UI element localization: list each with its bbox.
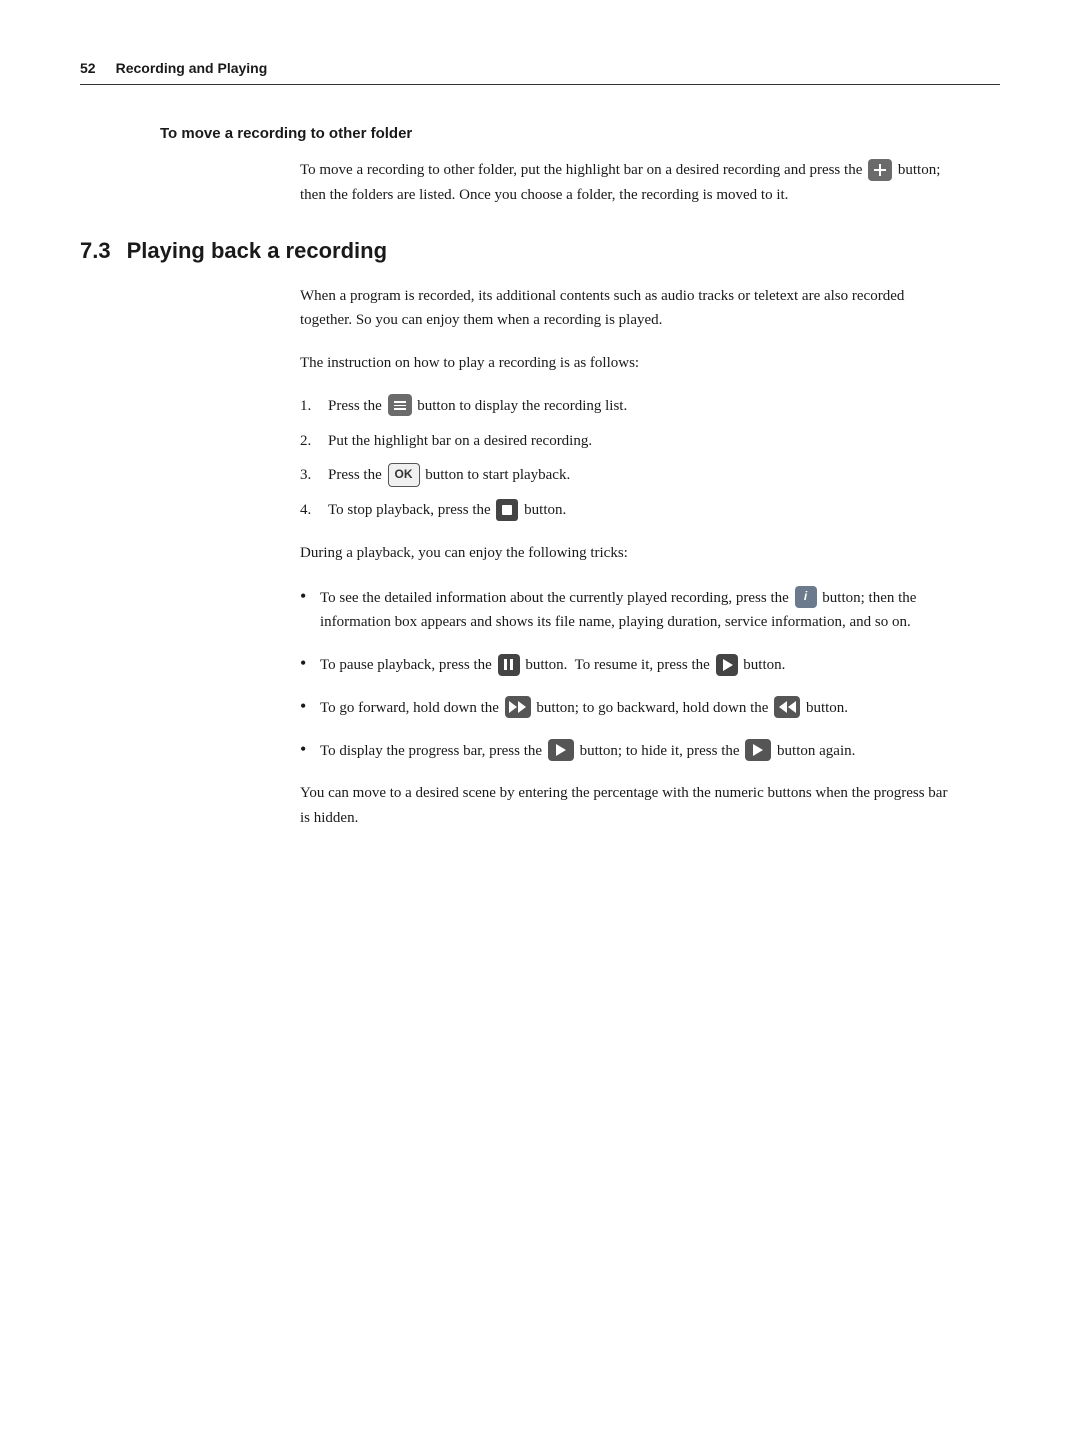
ok-button-icon: OK: [388, 463, 420, 487]
bullet-4: •: [300, 737, 320, 762]
step-1-text: Press the button to display the recordin…: [328, 394, 627, 419]
nav-right2-button-icon: [745, 739, 771, 761]
move-section-heading: To move a recording to other folder: [160, 125, 1000, 142]
page-number: 52: [80, 60, 96, 76]
menu-button-icon: [388, 394, 412, 416]
info-button-icon: i: [795, 586, 817, 608]
nav-right-button-icon: [548, 739, 574, 761]
trick-2: • To pause playback, press the button. T…: [300, 651, 960, 678]
step-4-text: To stop playback, press the button.: [328, 498, 566, 523]
step-2: 2. Put the highlight bar on a desired re…: [300, 429, 960, 454]
bullet-2: •: [300, 651, 320, 676]
page: 52 Recording and Playing To move a recor…: [0, 0, 1080, 1439]
bullet-1: •: [300, 584, 320, 609]
trick-3-text: To go forward, hold down the button; to …: [320, 696, 960, 721]
step-2-text: Put the highlight bar on a desired recor…: [328, 429, 592, 454]
section-heading: 7.3 Playing back a recording: [80, 238, 387, 263]
step-1-num: 1.: [300, 394, 328, 419]
trick-4-text: To display the progress bar, press the b…: [320, 739, 960, 764]
trick-1: • To see the detailed information about …: [300, 584, 960, 636]
trick-3: • To go forward, hold down the button; t…: [300, 694, 960, 721]
section-number: 7.3: [80, 238, 111, 263]
step-4-num: 4.: [300, 498, 328, 523]
intro-para-1: When a program is recorded, its addition…: [300, 284, 960, 334]
section-7-3-heading-container: 7.3 Playing back a recording: [80, 238, 1000, 264]
rew-button-icon: [774, 696, 800, 718]
step-2-num: 2.: [300, 429, 328, 454]
during-playback-intro: During a playback, you can enjoy the fol…: [300, 541, 960, 566]
move-section-body: To move a recording to other folder, put…: [300, 158, 960, 208]
step-1: 1. Press the button to display the recor…: [300, 394, 960, 419]
play-button-icon: [716, 654, 738, 676]
steps-list: 1. Press the button to display the recor…: [300, 394, 960, 523]
trick-2-text: To pause playback, press the button. To …: [320, 653, 960, 678]
tricks-list: • To see the detailed information about …: [300, 584, 960, 764]
section-title: Playing back a recording: [127, 238, 387, 263]
step-4: 4. To stop playback, press the button.: [300, 498, 960, 523]
trick-1-text: To see the detailed information about th…: [320, 586, 960, 636]
ffwd-button-icon: [505, 696, 531, 718]
page-header: 52 Recording and Playing: [80, 60, 1000, 85]
step-3: 3. Press the OK button to start playback…: [300, 463, 960, 488]
bullet-3: •: [300, 694, 320, 719]
step-3-text: Press the OK button to start playback.: [328, 463, 570, 488]
move-button-icon: [868, 159, 892, 181]
step-3-num: 3.: [300, 463, 328, 488]
closing-text: You can move to a desired scene by enter…: [300, 781, 960, 831]
pause-button-icon: [498, 654, 520, 676]
intro-para-2: The instruction on how to play a recordi…: [300, 351, 960, 376]
trick-4: • To display the progress bar, press the…: [300, 737, 960, 764]
stop-button-icon: [496, 499, 518, 521]
chapter-title: Recording and Playing: [116, 60, 268, 76]
